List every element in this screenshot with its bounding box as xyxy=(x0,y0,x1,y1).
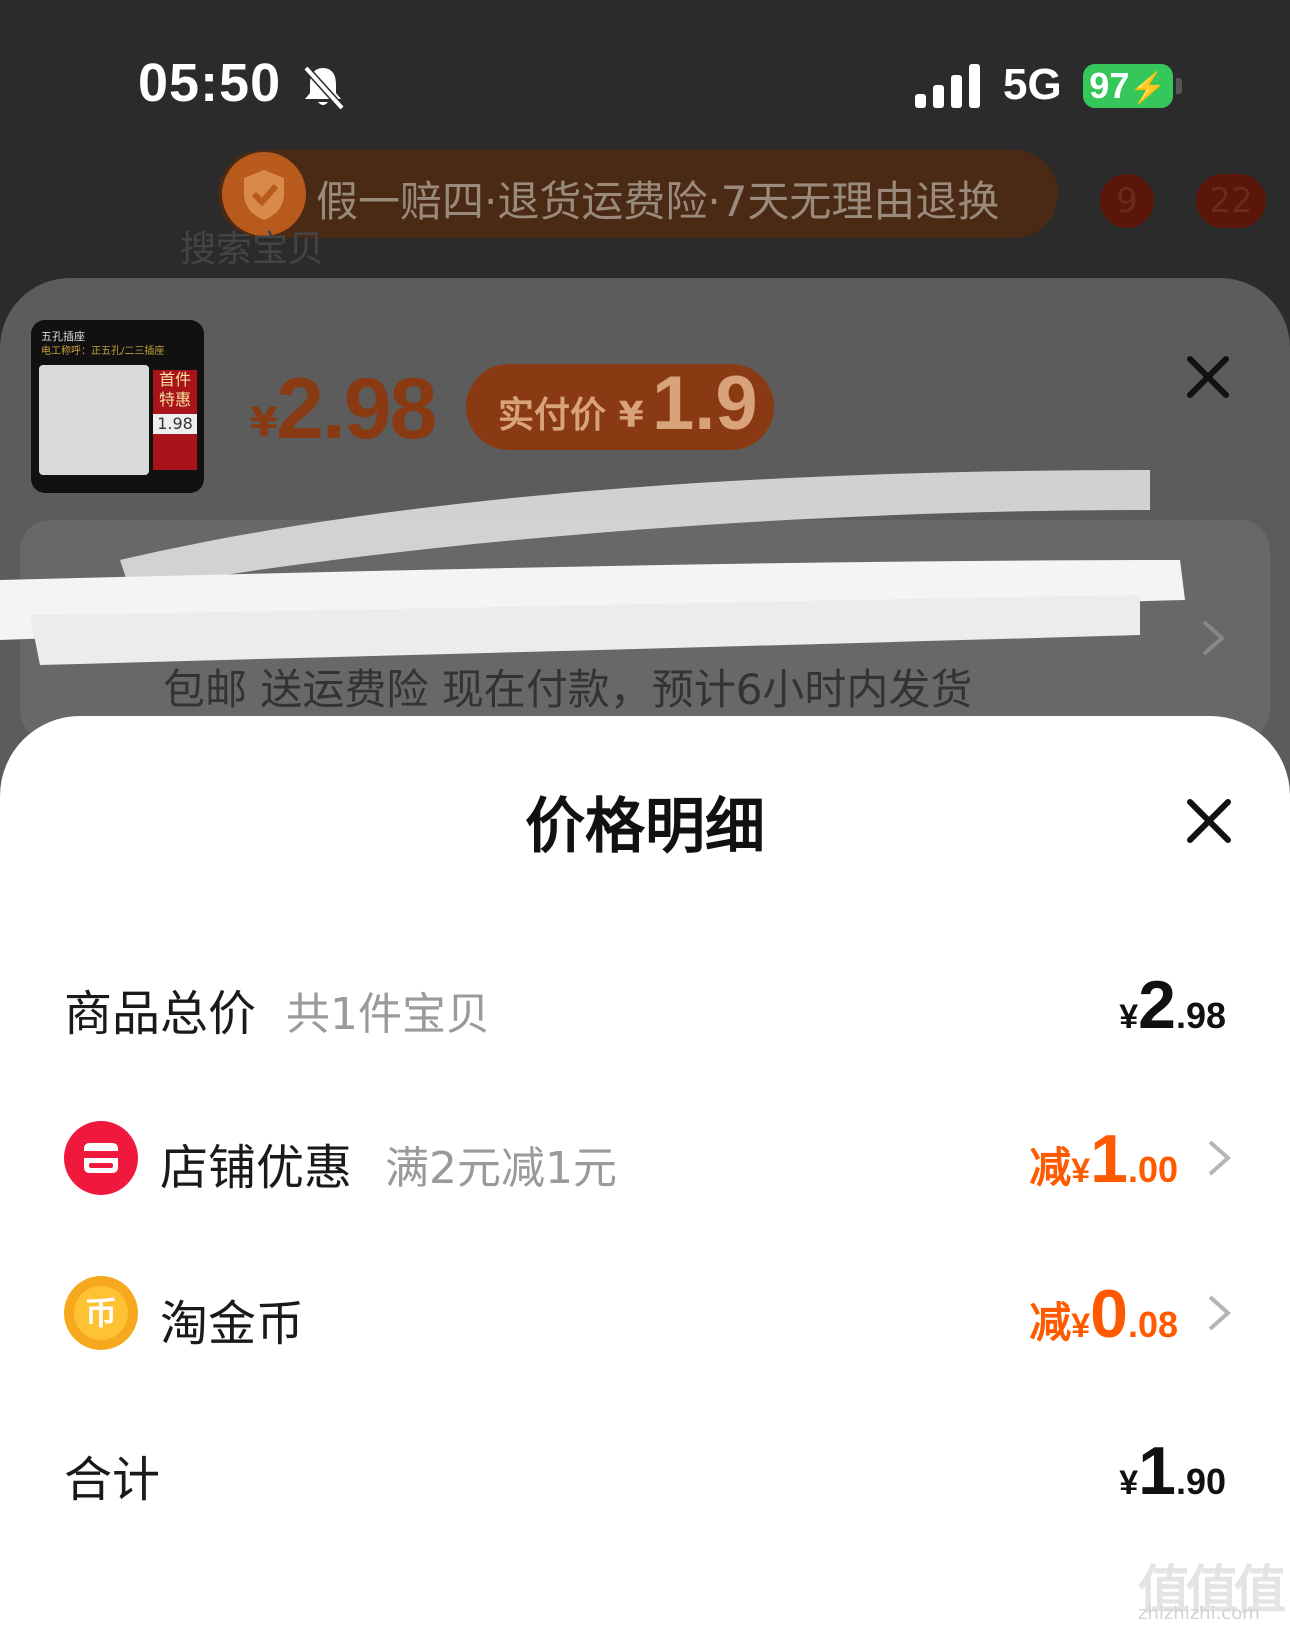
product-price-symbol: ¥ xyxy=(250,400,278,446)
thumb-tag-price: 1.98 xyxy=(153,414,197,434)
actual-price: 1.9 xyxy=(652,361,758,446)
coin-label: 淘金币 xyxy=(160,1296,305,1352)
silent-bell-icon xyxy=(303,65,345,111)
battery-icon: 97⚡ xyxy=(1083,64,1173,108)
close-icon[interactable] xyxy=(1186,355,1230,399)
network-type: 5G xyxy=(1003,60,1062,109)
shop-discount-rule: 满2元减1元 xyxy=(385,1143,617,1194)
signal-icon xyxy=(915,64,980,108)
item-count: 共1件宝贝 xyxy=(286,989,490,1040)
shop-icon xyxy=(64,1121,138,1195)
battery-level: 97 xyxy=(1089,65,1130,106)
shop-discount-amount[interactable]: 减¥1.00 xyxy=(1029,1120,1178,1198)
total-label: 合计 xyxy=(64,1452,161,1508)
status-bar: 05:50 5G 97⚡ xyxy=(0,0,1290,170)
total-amount: ¥1.90 xyxy=(1119,1433,1226,1509)
status-time: 05:50 xyxy=(138,53,282,113)
shipping-text: 包邮 送运费险 现在付款，预计6小时内发货 xyxy=(163,665,973,714)
close-icon[interactable] xyxy=(1186,798,1232,844)
chevron-right-icon[interactable] xyxy=(1206,1138,1232,1178)
coin-glyph: 币 xyxy=(85,1294,117,1332)
product-price: 2.98 xyxy=(276,361,437,457)
thumb-subtitle: 电工称呼：正五孔/二三插座 xyxy=(41,346,165,357)
badge-count: 9 xyxy=(1100,174,1154,228)
chevron-right-icon[interactable] xyxy=(1206,1293,1232,1333)
coin-discount-amount[interactable]: 减¥0.08 xyxy=(1029,1275,1178,1353)
shop-discount-label: 店铺优惠 xyxy=(160,1140,353,1196)
guarantee-text: 假一赔四·退货运费险·7天无理由退换 xyxy=(316,177,1000,226)
total-goods-label: 商品总价 xyxy=(64,986,257,1042)
total-goods-amount: ¥2.98 xyxy=(1119,967,1226,1043)
watermark-url: zhizhizhi.com xyxy=(1138,1603,1260,1624)
thumb-tag-text: 首件特惠 xyxy=(158,370,191,409)
actual-price-label: 实付价 ¥ xyxy=(498,395,644,436)
chevron-right-icon[interactable] xyxy=(1200,618,1226,658)
redaction-scribble xyxy=(0,470,1185,665)
battery-tip xyxy=(1176,78,1182,94)
sheet-title: 价格明细 xyxy=(525,792,765,862)
badge-count: 22 xyxy=(1196,174,1266,228)
coin-icon: 币 xyxy=(64,1276,138,1350)
search-placeholder: 搜索宝贝 xyxy=(180,229,325,270)
